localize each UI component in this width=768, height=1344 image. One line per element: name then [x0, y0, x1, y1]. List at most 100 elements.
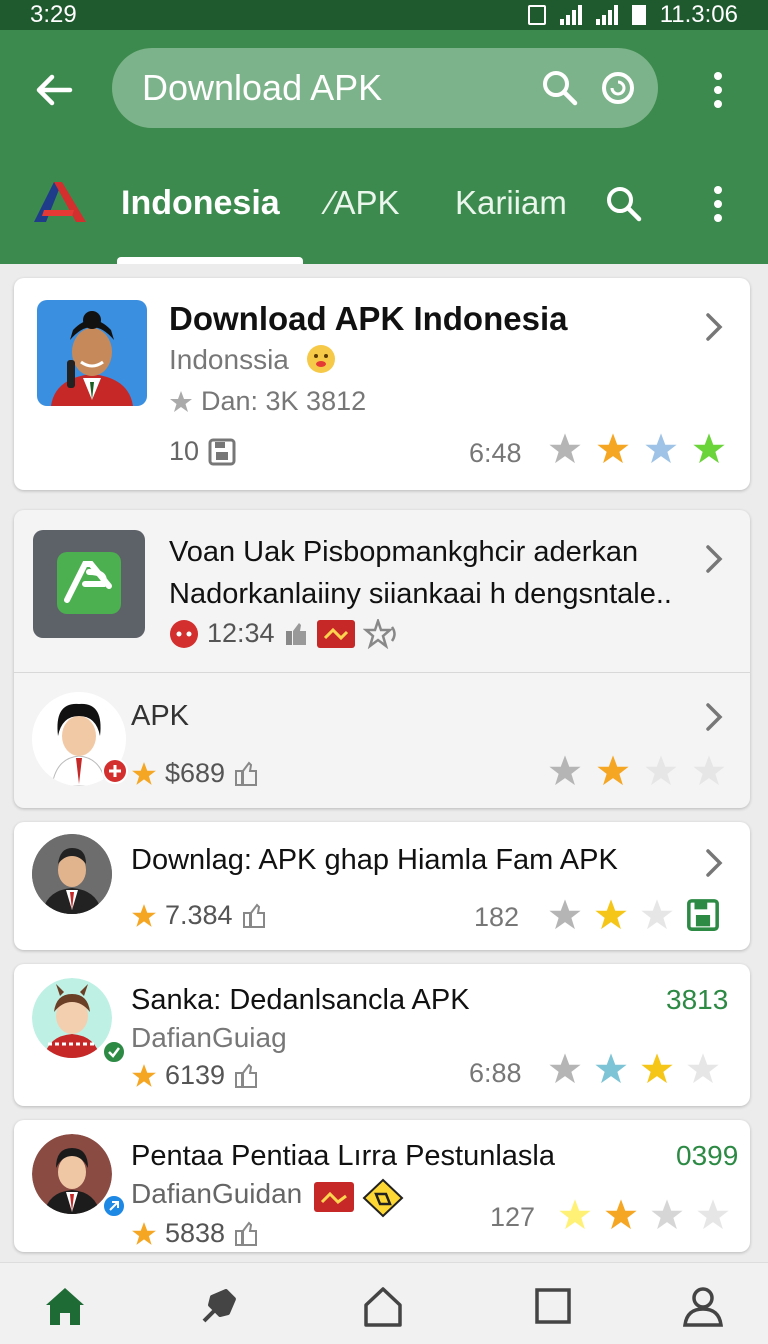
tab-bar: Indonesia ⁄APK Kariiam	[0, 170, 768, 264]
tab-search-icon[interactable]	[604, 184, 644, 224]
star-small-icon	[132, 1221, 156, 1245]
item-rating: 7.384	[165, 900, 233, 930]
featured-count-row: 10	[169, 436, 237, 467]
item-stars	[548, 1052, 720, 1086]
status-icons: 11.3:06	[527, 1, 738, 29]
item-price: 3813	[666, 984, 729, 1015]
list-item[interactable]: Sanka: Dedanlsancla APK DafianGuiag 6139…	[14, 964, 750, 1106]
badge-icon	[102, 758, 128, 784]
person-icon[interactable]	[680, 1283, 726, 1329]
item-subtitle: DafianGuiag	[131, 1022, 287, 1053]
mic-icon[interactable]	[598, 68, 638, 108]
yellow-badge-icon	[362, 1178, 404, 1218]
app-bar: Download APK Indonesia ⁄APK Kariiam	[0, 30, 768, 264]
item-rating-row: 5838	[131, 1218, 259, 1249]
star-icon	[597, 755, 629, 786]
flag-badge-icon	[314, 1182, 354, 1212]
star-small-icon	[170, 390, 192, 412]
save-green-icon[interactable]	[686, 898, 720, 932]
emoji-icon	[307, 345, 335, 373]
item-stars	[558, 1198, 730, 1232]
search-bar[interactable]: Download APK	[112, 48, 658, 128]
thumb-icon	[235, 1220, 258, 1246]
avatar-image	[32, 834, 112, 914]
featured-title: Download APK Indonesia	[169, 300, 568, 337]
star-small-icon	[132, 903, 156, 927]
item-count: 182	[474, 902, 520, 932]
item-stars	[548, 898, 720, 932]
avatar-image	[32, 1134, 112, 1214]
promo-line-2: Nadorkanlaiiny siiankaai h dengsntale..	[169, 578, 672, 610]
verified-blue-icon	[102, 1194, 126, 1218]
item-title: Pentaa Pentiaa Lırra Pestunlasla	[131, 1140, 555, 1172]
thumb-icon	[235, 760, 258, 786]
featured-app-card[interactable]: Download APK Indonesia Indonssia Dan: 3K…	[14, 278, 750, 490]
pin-icon[interactable]	[196, 1283, 242, 1329]
item-title: Sanka: Dedanlsancla APK	[131, 984, 470, 1016]
house-outline-icon[interactable]	[360, 1283, 406, 1329]
item-rating: 5838	[165, 1218, 226, 1248]
avatar-image	[32, 978, 112, 1058]
star-icon	[645, 433, 677, 464]
item-rating-row: 7.384	[131, 900, 267, 931]
star-icon	[693, 755, 725, 786]
search-input[interactable]: Download APK	[142, 67, 382, 109]
list-item[interactable]: Downlag: APK ghap Hiamla Fam APK 7.384 1…	[14, 822, 750, 950]
star-small-icon	[132, 761, 156, 785]
star-icon	[549, 755, 581, 786]
home-icon[interactable]	[42, 1283, 88, 1329]
red-dot-icon	[170, 619, 198, 648]
chevron-right-icon[interactable]	[704, 702, 724, 732]
star-icon	[549, 899, 581, 930]
tab-indonesia[interactable]: Indonesia	[121, 184, 280, 223]
verified-green-icon	[102, 1040, 126, 1064]
item-title: Downlag: APK ghap Hiamla Fam APK	[131, 844, 618, 876]
search-icon[interactable]	[540, 68, 580, 108]
vibrate-icon	[527, 5, 546, 25]
status-bar: 3:29 11.3:06	[0, 0, 768, 30]
item-title: APK	[131, 700, 190, 732]
thumb-icon	[285, 622, 306, 645]
star-icon	[549, 1053, 581, 1084]
divider	[14, 672, 750, 673]
wifi-signal-icon	[559, 5, 582, 25]
apk-app-icon	[33, 530, 145, 638]
star-icon	[641, 1053, 673, 1084]
promo-card[interactable]: Voan Uak Pisbopmankghcir aderkan Nadorka…	[14, 510, 750, 808]
tab-more-icon[interactable]	[704, 182, 732, 226]
square-icon[interactable]	[530, 1283, 576, 1329]
avatar	[32, 978, 112, 1058]
star-icon	[597, 433, 629, 464]
chevron-right-icon[interactable]	[704, 848, 724, 878]
tab-kariiam[interactable]: Kariiam	[455, 184, 567, 222]
promo-time: 12:34	[207, 618, 275, 648]
flag-badge-icon	[316, 619, 355, 648]
tab-apk[interactable]: ⁄APK	[328, 184, 400, 222]
item-rating: 6139	[165, 1060, 226, 1090]
avatar	[32, 834, 112, 914]
battery-icon	[631, 5, 646, 25]
promo-meta-row: 12:34	[169, 618, 397, 649]
thumb-icon	[242, 902, 265, 928]
item-score: 6:88	[469, 1058, 522, 1088]
thumb-icon	[235, 1062, 258, 1088]
chevron-right-icon[interactable]	[704, 544, 724, 574]
item-rating: $689	[165, 758, 226, 788]
item-price: 0399	[676, 1140, 739, 1171]
status-time: 3:29	[30, 1, 77, 28]
star-icon	[595, 899, 627, 930]
star-icon	[605, 1199, 637, 1230]
featured-subtitle: Indonssia	[169, 344, 289, 375]
tab-indicator	[117, 257, 303, 264]
save-icon	[208, 438, 236, 465]
back-arrow-icon[interactable]	[30, 66, 78, 114]
item-count: 127	[490, 1202, 536, 1232]
chevron-right-icon[interactable]	[704, 312, 724, 342]
featured-count: 10	[169, 436, 200, 466]
star-icon	[697, 1199, 729, 1230]
featured-rating-row: Dan: 3K 3812	[169, 386, 366, 417]
avatar	[32, 1134, 112, 1214]
list-item[interactable]: Pentaa Pentiaa Lırra Pestunlasla DafianG…	[14, 1120, 750, 1252]
more-vert-icon[interactable]	[704, 68, 732, 112]
featured-score: 6:48	[469, 438, 522, 468]
